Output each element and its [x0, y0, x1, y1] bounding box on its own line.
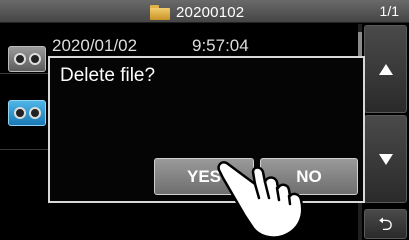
- file-browser-screen: 20200102 1/1 2020/01/02 9:57:04 ⮌ Delete…: [0, 0, 409, 240]
- yes-button[interactable]: YES: [154, 158, 254, 195]
- folder-name: 20200102: [176, 3, 245, 21]
- audio-file-icon: [8, 100, 46, 126]
- triangle-up-icon: [378, 63, 393, 75]
- scroll-up-button[interactable]: [364, 25, 407, 113]
- triangle-down-icon: [378, 153, 393, 165]
- delete-confirm-dialog: Delete file? YES NO: [48, 56, 365, 203]
- page-indicator: 1/1: [379, 3, 399, 19]
- folder-title: 20200102: [150, 3, 244, 21]
- scroll-down-button[interactable]: [364, 115, 407, 203]
- audio-file-icon: [8, 46, 46, 72]
- side-button-column: ⮌: [362, 23, 409, 240]
- folder-icon: [150, 4, 170, 20]
- no-button[interactable]: NO: [260, 158, 358, 195]
- title-bar: 20200102 1/1: [0, 0, 409, 23]
- back-button[interactable]: ⮌: [364, 209, 407, 239]
- return-arrow-icon: ⮌: [378, 214, 393, 234]
- dialog-message: Delete file?: [60, 65, 156, 86]
- file-date: 2020/01/02: [52, 36, 138, 55]
- file-time: 9:57:04: [192, 36, 249, 55]
